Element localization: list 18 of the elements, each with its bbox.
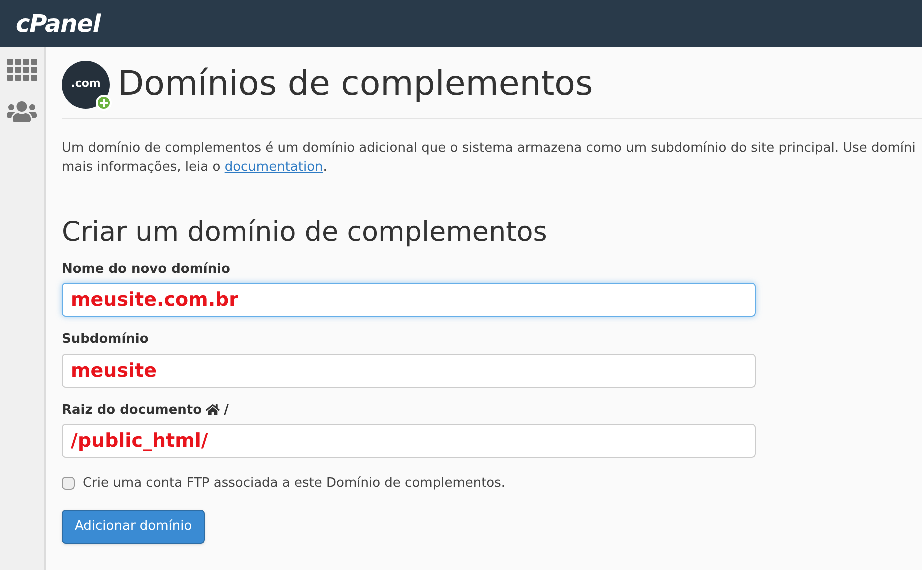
- checkbox[interactable]: [62, 477, 75, 490]
- domain-icon: .com: [62, 60, 110, 108]
- text-field[interactable]: /public_html/: [62, 424, 756, 458]
- grid-icon[interactable]: [7, 59, 37, 81]
- documentation-link[interactable]: documentation: [224, 160, 324, 175]
- checkbox-label: Crie uma conta FTP associada a este Domínio de complementos.: [83, 475, 506, 493]
- text-field[interactable]: meusite.com.br: [62, 283, 756, 317]
- description: Um domínio de complementos é um domínio adicional que o sistema armazena como um subdomínio do site principal. Use domíni mais informações, leia o documentation.: [62, 140, 917, 177]
- home-icon: [206, 403, 220, 418]
- field-label: Subdomínio: [62, 331, 149, 349]
- label-suffix: /: [224, 402, 229, 420]
- field-label: Raiz do documento: [62, 402, 202, 420]
- text-field[interactable]: meusite: [62, 354, 756, 388]
- field-label: Nome do novo domínio: [62, 260, 230, 278]
- add-domain-button[interactable]: Adicionar domínio: [62, 510, 206, 544]
- page-title: Domínios de complementos: [118, 63, 594, 106]
- section-heading: Criar um domínio de complementos: [62, 216, 548, 250]
- logo[interactable]: cPanel: [16, 6, 100, 42]
